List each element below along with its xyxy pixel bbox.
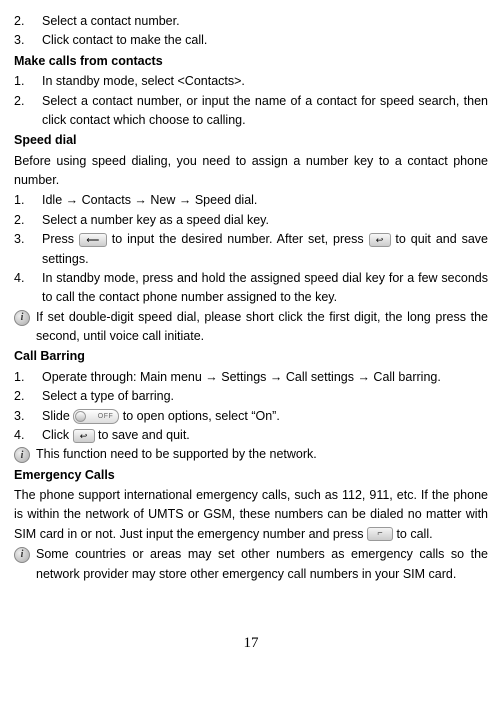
- note: i This function need to be supported by …: [14, 445, 488, 464]
- list-item: 3. Press ⟵ to input the desired number. …: [14, 230, 488, 269]
- text-fragment: to call.: [393, 527, 433, 541]
- text-fragment: Click: [42, 428, 73, 442]
- back-button-icon: ↩: [369, 233, 391, 247]
- text-fragment: to input the desired number. After set, …: [107, 232, 369, 246]
- arrow-icon: →: [179, 193, 192, 207]
- list-item: 3. Click contact to make the call.: [14, 31, 488, 50]
- list-number: 2.: [14, 211, 42, 230]
- list-number: 1.: [14, 368, 42, 387]
- arrow-icon: →: [205, 370, 218, 384]
- text-fragment: Operate through: Main menu: [42, 370, 205, 384]
- list-text: In standby mode, press and hold the assi…: [42, 269, 488, 308]
- text-fragment: Slide: [42, 409, 73, 423]
- heading-emergency: Emergency Calls: [14, 466, 488, 485]
- info-icon: i: [14, 447, 30, 463]
- list-text: In standby mode, select <Contacts>.: [42, 72, 488, 91]
- list-number: 1.: [14, 72, 42, 91]
- note-text: If set double-digit speed dial, please s…: [36, 308, 488, 347]
- arrow-icon: →: [270, 370, 283, 384]
- info-icon: i: [14, 310, 30, 326]
- note: i Some countries or areas may set other …: [14, 545, 488, 584]
- list-number: 1.: [14, 191, 42, 210]
- arrow-icon: →: [357, 370, 370, 384]
- list-number: 3.: [14, 407, 42, 426]
- heading-make-calls: Make calls from contacts: [14, 52, 488, 71]
- list-item: 1. Idle → Contacts → New → Speed dial.: [14, 191, 488, 210]
- list-item: 2. Select a number key as a speed dial k…: [14, 211, 488, 230]
- toggle-off-icon: [73, 409, 119, 424]
- list-number: 4.: [14, 269, 42, 308]
- list-text: Select a contact number.: [42, 12, 488, 31]
- text-fragment: Contacts: [78, 193, 134, 207]
- call-button-icon: [367, 527, 393, 541]
- list-number: 2.: [14, 92, 42, 131]
- input-button-icon: ⟵: [79, 233, 107, 247]
- arrow-icon: →: [134, 193, 147, 207]
- list-number: 3.: [14, 31, 42, 50]
- text-fragment: Idle: [42, 193, 66, 207]
- list-item: 4. In standby mode, press and hold the a…: [14, 269, 488, 308]
- list-text: Operate through: Main menu → Settings → …: [42, 368, 488, 387]
- emergency-body: The phone support international emergenc…: [14, 486, 488, 544]
- list-item: 1. In standby mode, select <Contacts>.: [14, 72, 488, 91]
- list-item: 2. Select a type of barring.: [14, 387, 488, 406]
- text-fragment: Call settings: [282, 370, 357, 384]
- text-fragment: New: [147, 193, 179, 207]
- note: i If set double-digit speed dial, please…: [14, 308, 488, 347]
- arrow-icon: →: [66, 193, 79, 207]
- text-fragment: Speed dial.: [191, 193, 257, 207]
- list-number: 2.: [14, 12, 42, 31]
- list-text: Click ↩ to save and quit.: [42, 426, 488, 445]
- speed-dial-intro: Before using speed dialing, you need to …: [14, 152, 488, 191]
- page-number: 17: [14, 632, 488, 655]
- list-item: 3. Slide to open options, select “On”.: [14, 407, 488, 426]
- text-fragment: Call barring.: [370, 370, 441, 384]
- heading-speed-dial: Speed dial: [14, 131, 488, 150]
- list-number: 4.: [14, 426, 42, 445]
- list-text: Select a type of barring.: [42, 387, 488, 406]
- list-item: 2. Select a contact number, or input the…: [14, 92, 488, 131]
- list-text: Click contact to make the call.: [42, 31, 488, 50]
- list-item: 1. Operate through: Main menu → Settings…: [14, 368, 488, 387]
- list-text: Select a contact number, or input the na…: [42, 92, 488, 131]
- text-fragment: Settings: [218, 370, 270, 384]
- note-text: This function need to be supported by th…: [36, 445, 488, 464]
- text-fragment: Press: [42, 232, 79, 246]
- list-text: Select a number key as a speed dial key.: [42, 211, 488, 230]
- heading-call-barring: Call Barring: [14, 347, 488, 366]
- note-text: Some countries or areas may set other nu…: [36, 545, 488, 584]
- info-icon: i: [14, 547, 30, 563]
- list-item: 4. Click ↩ to save and quit.: [14, 426, 488, 445]
- list-text: Idle → Contacts → New → Speed dial.: [42, 191, 488, 210]
- list-text: Press ⟵ to input the desired number. Aft…: [42, 230, 488, 269]
- back-button-icon: ↩: [73, 429, 95, 443]
- text-fragment: to open options, select “On”.: [119, 409, 280, 423]
- text-fragment: to save and quit.: [95, 428, 190, 442]
- list-text: Slide to open options, select “On”.: [42, 407, 488, 426]
- list-number: 2.: [14, 387, 42, 406]
- list-number: 3.: [14, 230, 42, 269]
- list-item: 2. Select a contact number.: [14, 12, 488, 31]
